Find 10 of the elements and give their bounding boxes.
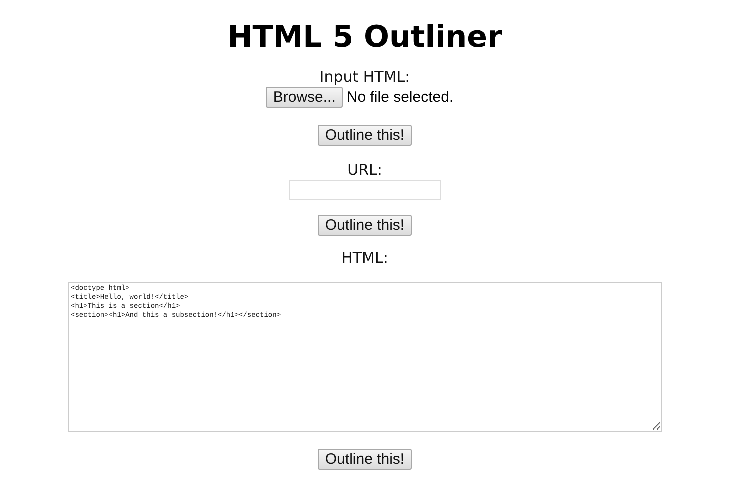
url-label: URL: xyxy=(348,161,382,179)
page-title: HTML 5 Outliner xyxy=(228,20,502,56)
browse-button[interactable]: Browse... xyxy=(266,87,343,108)
outline-button[interactable]: Outline this! xyxy=(318,449,412,470)
outline-button[interactable]: Outline this! xyxy=(318,125,412,146)
outline-button[interactable]: Outline this! xyxy=(318,215,412,236)
url-field[interactable] xyxy=(289,180,441,200)
file-status: No file selected. xyxy=(346,89,454,106)
html-label: HTML: xyxy=(342,249,388,267)
input-html-label: Input HTML: xyxy=(320,68,410,86)
